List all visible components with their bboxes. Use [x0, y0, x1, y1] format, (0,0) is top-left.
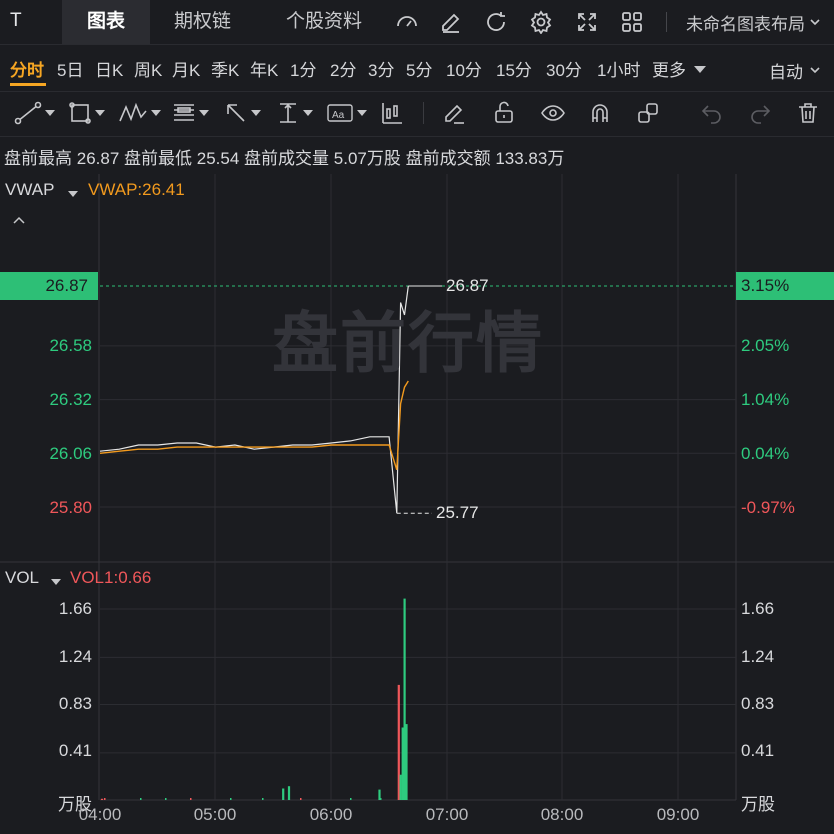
chevron-down-icon[interactable]: [51, 573, 61, 591]
volume-bar: [397, 684, 400, 800]
pct-tick-right: 0.04%: [741, 444, 790, 463]
volume-bar-small: [300, 798, 302, 800]
volume-tick-right: 1.24: [741, 647, 775, 666]
current-price-value: 26.87: [45, 276, 88, 295]
vwap-indicator-value: VWAP:26.41: [88, 180, 185, 199]
time-tick: 04:00: [78, 805, 122, 824]
volume-tick-left: 0.83: [58, 694, 92, 713]
volume-bar-small: [262, 798, 264, 800]
current-pct-value: 3.15%: [741, 276, 790, 295]
volume-bar-small: [230, 798, 232, 800]
volume-bar-small: [350, 798, 352, 800]
volume-indicator-name[interactable]: VOL: [5, 568, 39, 588]
volume-tick-right: 1.66: [741, 599, 775, 618]
volume-bar: [287, 786, 291, 800]
volume-bar: [399, 774, 402, 800]
volume-unit-right: 万股: [741, 795, 775, 814]
volume-bar: [100, 798, 104, 800]
volume-bar-small: [165, 798, 167, 800]
low-marker-label: 25.77: [436, 503, 479, 522]
chevron-down-icon[interactable]: [68, 185, 78, 203]
time-tick: 05:00: [193, 805, 237, 824]
price-tick-left: 25.80: [49, 498, 92, 517]
high-marker-label: 26.87: [446, 276, 489, 295]
price-tick-left: 26.32: [49, 390, 92, 409]
time-tick: 08:00: [540, 805, 584, 824]
vwap-indicator-name[interactable]: VWAP: [5, 180, 54, 200]
volume-tick-left: 0.41: [58, 741, 92, 760]
collapse-icon[interactable]: [12, 212, 26, 230]
price-tick-left: 26.58: [49, 336, 92, 355]
time-tick: 09:00: [656, 805, 700, 824]
intraday-chart[interactable]: [0, 0, 834, 834]
volume-bar-small: [140, 798, 142, 800]
volume-tick-right: 0.41: [741, 741, 775, 760]
pct-tick-right: 2.05%: [741, 336, 790, 355]
volume-bar-small: [380, 798, 382, 800]
volume-tick-right: 0.83: [741, 694, 775, 713]
volume-bar: [282, 788, 285, 800]
volume-bar-small: [104, 798, 106, 800]
pct-tick-right: -0.97%: [741, 498, 795, 517]
volume-tick-left: 1.24: [58, 647, 92, 666]
watermark: 盘前行情: [272, 306, 544, 380]
volume-tick-left: 1.66: [58, 599, 92, 618]
volume-indicator-value: VOL1:0.66: [70, 568, 152, 587]
volume-bar: [405, 724, 408, 800]
volume-bar: [403, 598, 406, 800]
time-tick: 06:00: [309, 805, 353, 824]
pct-tick-right: 1.04%: [741, 390, 790, 409]
price-tick-left: 26.06: [49, 444, 92, 463]
vwap-line: [99, 380, 409, 471]
volume-bar-small: [190, 798, 192, 800]
time-tick: 07:00: [425, 805, 469, 824]
volume-bar: [401, 727, 404, 800]
